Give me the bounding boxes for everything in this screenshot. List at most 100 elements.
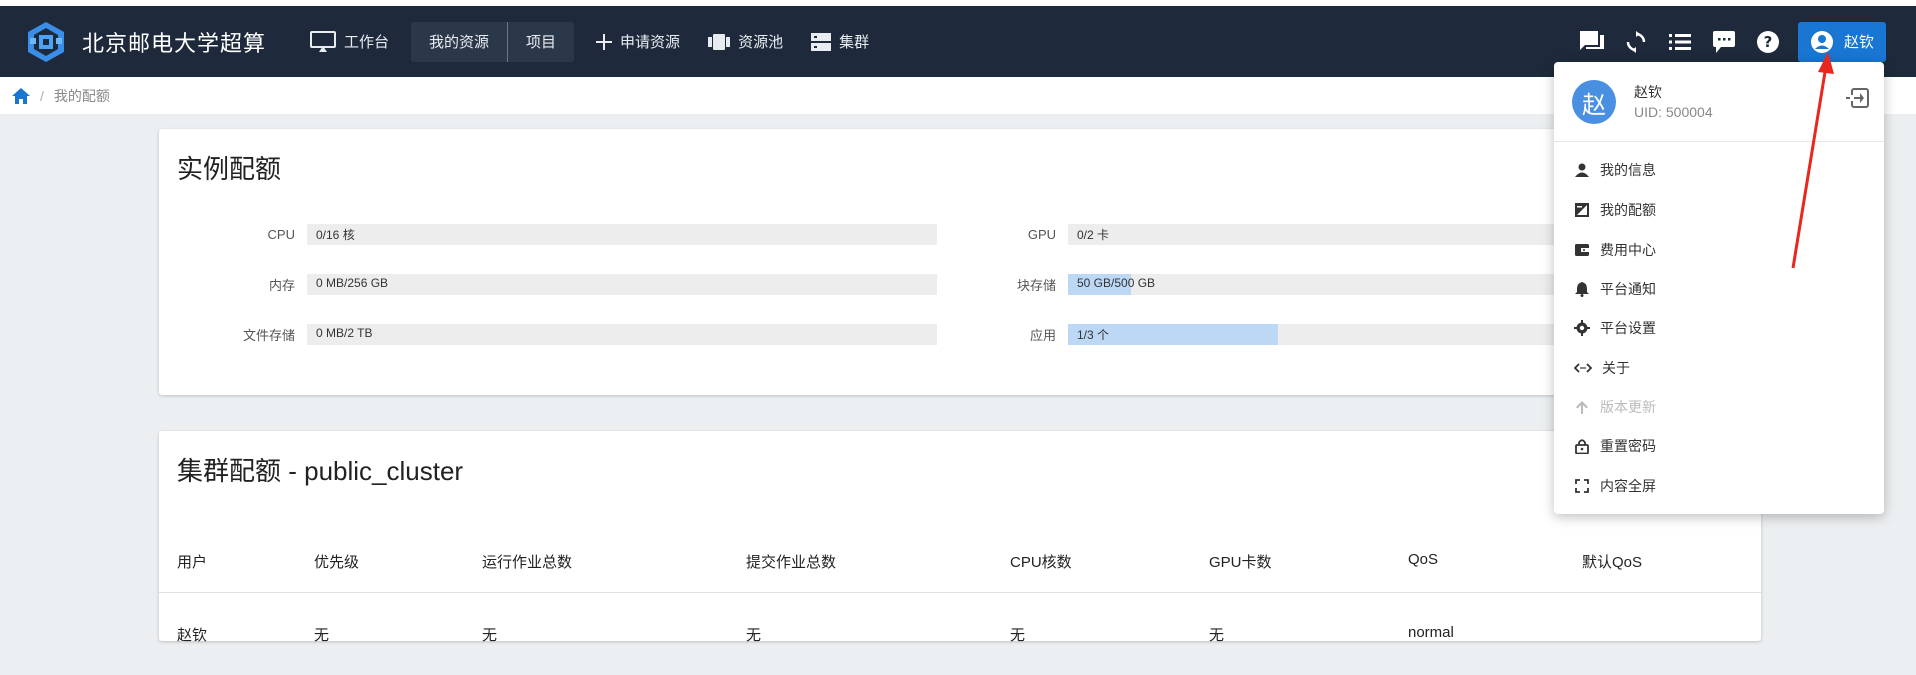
nav-workbench-label: 工作台 (344, 34, 390, 51)
menu-item-label: 平台通知 (1600, 281, 1656, 297)
table-cell: 无 (746, 627, 762, 644)
menu-item-label: 内容全屏 (1600, 478, 1656, 494)
chat-icon[interactable] (1570, 20, 1614, 64)
table-cell: 无 (482, 627, 498, 644)
quota-row-file-storage: 文件存储 0 MB/2 TB (185, 324, 937, 345)
column-header: GPU卡数 (1209, 554, 1272, 571)
menu-item-billing[interactable]: 费用中心 (1574, 236, 1864, 264)
quota-label: 内存 (268, 278, 295, 293)
avatar: 赵 (1572, 80, 1616, 124)
quota-value: 0/2 卡 (1077, 228, 1110, 242)
column-header: CPU核数 (1010, 554, 1072, 571)
main-nav: 工作台 我的资源 项目 申请资源 资源池 集群 (296, 6, 883, 77)
menu-item-label: 关于 (1602, 360, 1630, 376)
nav-my-resources-label: 我的资源 (429, 34, 490, 51)
table-cell: normal (1408, 624, 1454, 641)
quota-row-cpu: CPU 0/16 核 (185, 224, 937, 245)
quota-value: 1/3 个 (1077, 328, 1110, 342)
quota-label: CPU (267, 227, 295, 242)
user-name: 赵钦 (1634, 84, 1662, 100)
table-header: 用户 优先级 运行作业总数 提交作业总数 CPU核数 GPU卡数 QoS 默认Q… (159, 521, 1761, 593)
column-header: 用户 (177, 554, 208, 571)
menu-item-reset-password[interactable]: 重置密码 (1574, 432, 1864, 460)
instance-quota-title: 实例配额 (177, 154, 282, 184)
plus-icon (596, 33, 613, 50)
column-header: 提交作业总数 (746, 554, 837, 571)
menu-item-version-update[interactable]: 版本更新 (1574, 393, 1864, 421)
user-uid: UID: 500004 (1634, 104, 1713, 120)
quota-value: 0 MB/256 GB (316, 276, 389, 290)
quota-label: 块存储 (1016, 278, 1056, 293)
menu-item-about[interactable]: 关于 (1574, 354, 1864, 382)
instance-quota-card: 实例配额 CPU 0/16 核 GPU 0/2 卡 内存 0 MB/256 GB… (159, 129, 1761, 395)
menu-item-my-quota[interactable]: 我的配额 (1574, 196, 1864, 224)
quota-value: 50 GB/500 GB (1077, 276, 1156, 290)
lock-icon (1575, 439, 1589, 454)
column-header: QoS (1408, 551, 1439, 568)
code-icon (1574, 363, 1592, 373)
quota-label: 文件存储 (242, 328, 295, 343)
nav-cluster[interactable]: 集群 (797, 22, 883, 62)
menu-item-label: 费用中心 (1600, 242, 1656, 258)
sync-icon[interactable] (1614, 20, 1658, 64)
user-menu-name: 赵钦 (1843, 34, 1874, 51)
list-icon[interactable] (1658, 20, 1702, 64)
quota-bar: 0/16 核 (307, 224, 937, 245)
bell-icon (1575, 282, 1589, 297)
table-cell: 无 (314, 627, 330, 644)
monitor-icon (310, 30, 336, 52)
svg-text:?: ? (1764, 33, 1773, 51)
nav-projects[interactable]: 项目 (508, 21, 575, 62)
column-header: 优先级 (314, 554, 360, 571)
cluster-quota-card: 集群配额 - public_cluster 用户 优先级 运行作业总数 提交作业… (159, 431, 1761, 644)
quota-bar: 0 MB/2 TB (307, 324, 937, 345)
menu-item-my-info[interactable]: 我的信息 (1574, 156, 1864, 184)
table-cell: 无 (1010, 627, 1026, 644)
menu-item-label: 我的信息 (1600, 162, 1656, 178)
quota-bar: 0 MB/256 GB (307, 274, 937, 295)
table-cell: 无 (1209, 627, 1225, 644)
nav-apply-resources[interactable]: 申请资源 (582, 22, 694, 62)
breadcrumb-separator: / (40, 87, 44, 104)
fullscreen-icon (1575, 479, 1589, 493)
quota-label: 应用 (1029, 328, 1056, 343)
quota-value: 0 MB/2 TB (316, 326, 373, 340)
brand[interactable]: 北京邮电大学超算 (24, 20, 296, 64)
nav-projects-label: 项目 (526, 34, 557, 51)
cluster-quota-title: 集群配额 - public_cluster (177, 456, 464, 486)
quota-label: GPU (1027, 227, 1056, 242)
menu-item-label: 我的配额 (1600, 202, 1656, 218)
user-menu-header: 赵 赵钦 UID: 500004 (1554, 62, 1884, 142)
pool-icon (708, 33, 731, 50)
account-circle-icon (1810, 30, 1833, 53)
table-cell: 赵钦 (177, 627, 208, 644)
nav-apply-resources-label: 申请资源 (620, 34, 681, 51)
breadcrumb-current: 我的配额 (53, 87, 110, 104)
column-header: 运行作业总数 (482, 554, 573, 571)
arrow-up-icon (1576, 401, 1588, 414)
user-dropdown-menu: 赵 赵钦 UID: 500004 我的信息 我的配额 费用中心 平台通知 平台设… (1554, 62, 1884, 514)
menu-item-label: 版本更新 (1600, 399, 1656, 415)
nav-resource-pool[interactable]: 资源池 (694, 22, 797, 62)
help-icon[interactable]: ? (1746, 20, 1790, 64)
person-icon (1575, 163, 1589, 177)
server-icon (811, 32, 832, 51)
menu-item-settings[interactable]: 平台设置 (1574, 314, 1864, 342)
gear-icon (1574, 320, 1590, 336)
logout-icon[interactable] (1846, 86, 1870, 110)
menu-item-notifications[interactable]: 平台通知 (1574, 275, 1864, 303)
message-icon[interactable] (1702, 20, 1746, 64)
nav-workbench[interactable]: 工作台 (296, 22, 403, 62)
nav-my-resources[interactable]: 我的资源 (411, 21, 508, 62)
quota-value: 0/16 核 (316, 228, 355, 242)
nav-cluster-label: 集群 (839, 34, 870, 51)
quota-icon (1575, 203, 1589, 217)
menu-item-fullscreen[interactable]: 内容全屏 (1574, 472, 1864, 500)
column-header: 默认QoS (1582, 554, 1643, 571)
home-icon[interactable] (12, 87, 30, 104)
user-menu-button[interactable]: 赵钦 (1797, 21, 1886, 62)
nav-resource-pool-label: 资源池 (738, 34, 784, 51)
table-row: 赵钦 无 无 无 无 无 normal (159, 594, 1761, 644)
menu-item-label: 平台设置 (1600, 320, 1656, 336)
logo-icon (28, 21, 64, 62)
